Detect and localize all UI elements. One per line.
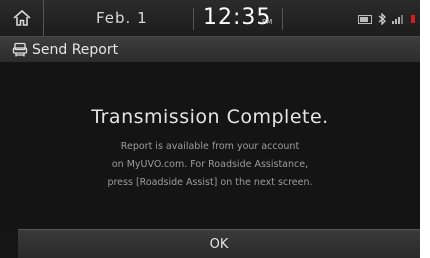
battery-icon bbox=[358, 14, 372, 24]
divider bbox=[282, 8, 283, 30]
status-bar: Feb. 1 12:35 PM bbox=[0, 0, 420, 36]
page-title: Send Report bbox=[32, 42, 119, 58]
home-icon bbox=[12, 9, 31, 26]
title-bar: Send Report bbox=[0, 36, 420, 62]
dialog-message: Report is available from your account on… bbox=[0, 138, 420, 192]
ampm-indicator: PM bbox=[262, 18, 273, 26]
message-line: press [Roadside Assist] on the next scre… bbox=[107, 177, 313, 188]
dialog-content: Transmission Complete. Report is availab… bbox=[0, 62, 420, 228]
alert-indicator-icon bbox=[411, 15, 415, 23]
bluetooth-icon bbox=[378, 13, 386, 25]
message-line: on MyUVO.com. For Roadside Assistance, bbox=[111, 159, 309, 170]
status-icons bbox=[358, 12, 415, 26]
message-line: Report is available from your account bbox=[120, 141, 300, 152]
signal-icon bbox=[392, 15, 403, 24]
head-unit-screen: Feb. 1 12:35 PM Send Report Transmission… bbox=[0, 0, 420, 258]
ok-button[interactable]: OK bbox=[18, 229, 420, 258]
date-display: Feb. 1 bbox=[96, 9, 148, 27]
home-button[interactable] bbox=[0, 0, 44, 36]
divider bbox=[193, 8, 194, 30]
report-icon bbox=[12, 42, 28, 57]
dialog-heading: Transmission Complete. bbox=[91, 106, 329, 128]
